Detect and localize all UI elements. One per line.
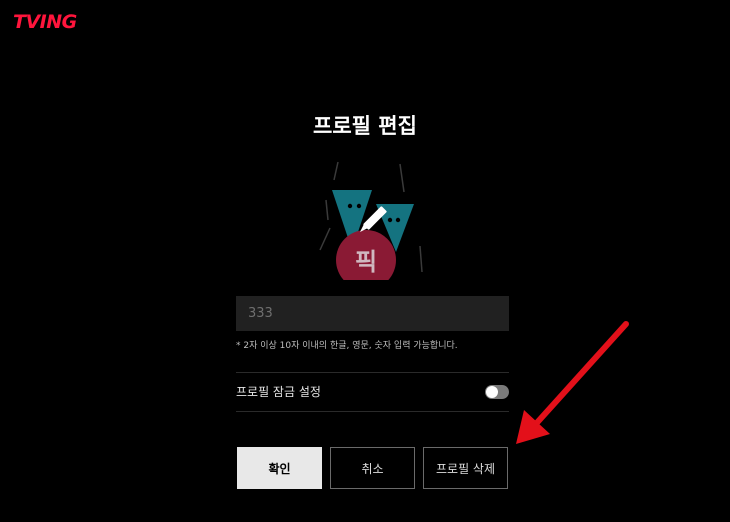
page-title: 프로필 편집 [313,114,417,138]
delete-profile-button[interactable]: 프로필 삭제 [423,447,508,489]
annotation-arrow-icon [516,321,629,444]
profile-avatar[interactable]: 픽 [310,160,430,290]
toggle-knob [486,385,498,398]
tving-logo[interactable]: TVING [13,11,77,33]
profile-lock-row: 프로필 잠금 설정 [236,373,509,410]
confirm-button[interactable]: 확인 [237,447,322,489]
profile-lock-label: 프로필 잠금 설정 [236,385,321,399]
cancel-button[interactable]: 취소 [330,447,415,489]
profile-name-input[interactable] [236,296,509,331]
profile-lock-toggle[interactable] [485,384,509,399]
divider-bottom [236,411,509,412]
name-hint-text: * 2자 이상 10자 이내의 한글, 영문, 숫자 입력 가능합니다. [236,341,458,351]
avatar-badge-text: 픽 [354,248,378,276]
